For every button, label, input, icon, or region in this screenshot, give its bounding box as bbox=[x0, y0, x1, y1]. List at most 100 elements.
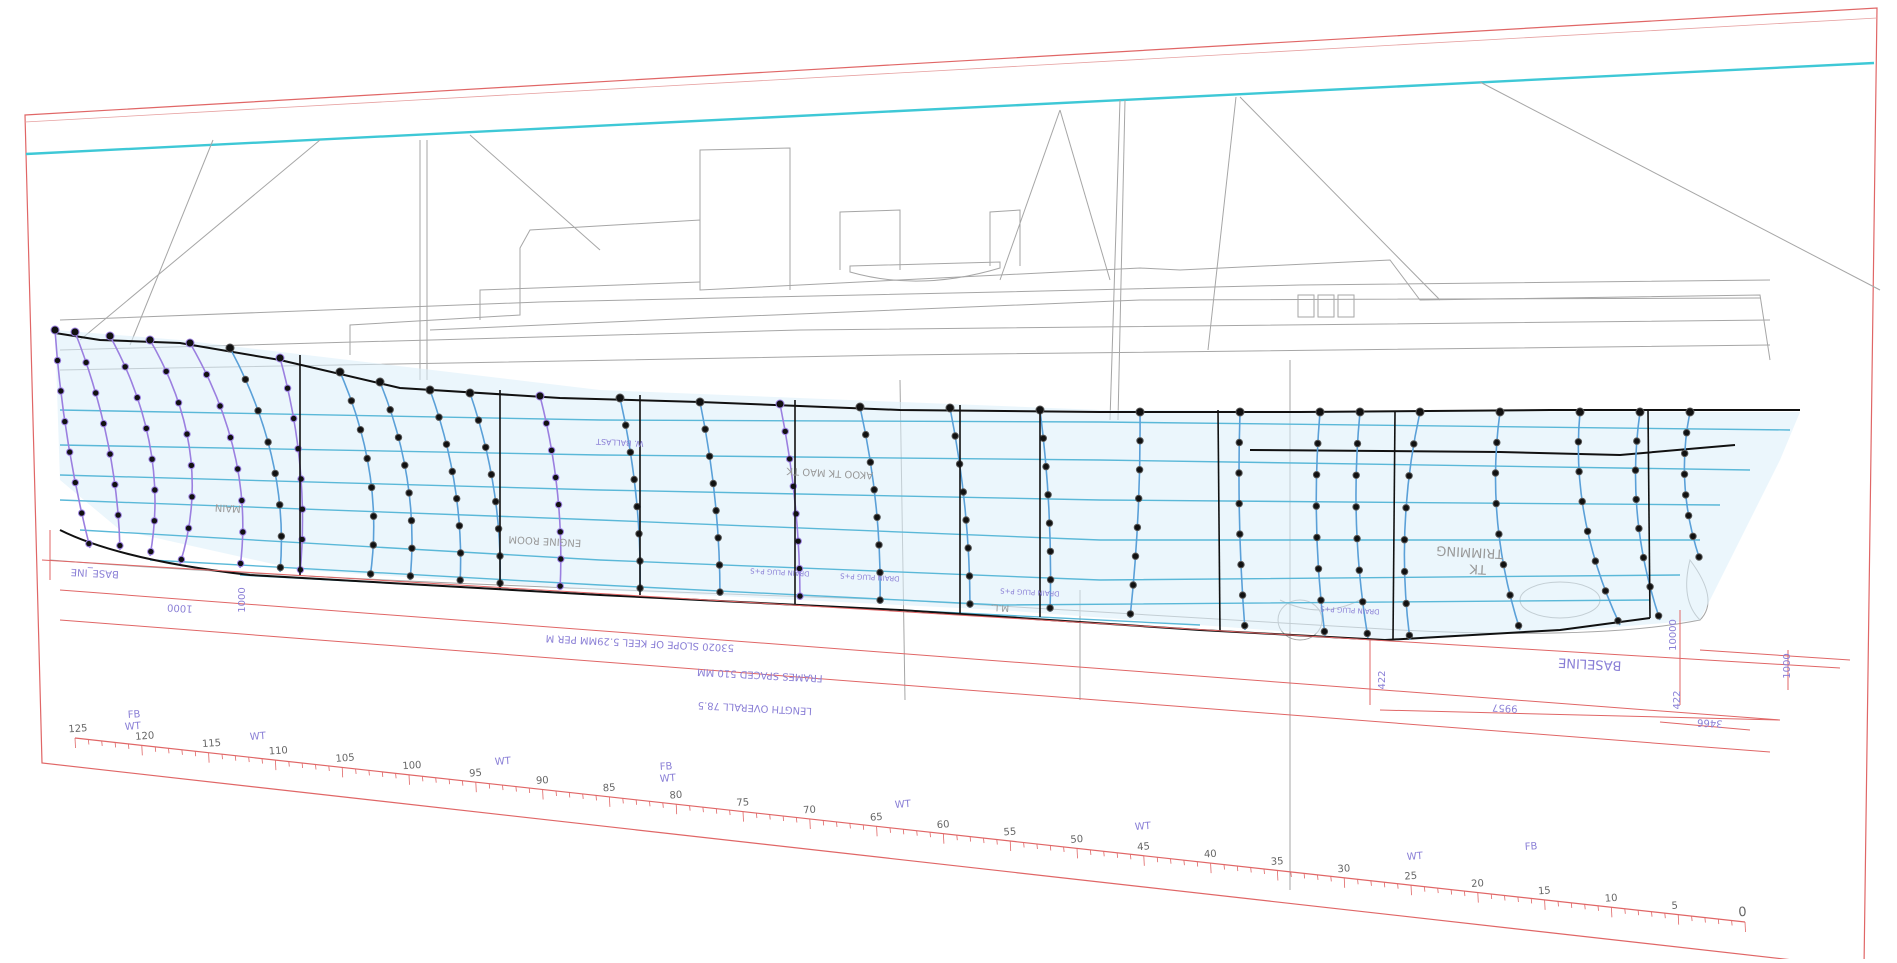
control-point[interactable] bbox=[92, 389, 100, 397]
control-point[interactable] bbox=[1315, 407, 1325, 417]
control-point[interactable] bbox=[1353, 439, 1362, 448]
control-point[interactable] bbox=[1639, 553, 1648, 562]
control-point[interactable] bbox=[1491, 469, 1500, 477]
control-point[interactable] bbox=[82, 358, 90, 367]
control-point[interactable] bbox=[297, 475, 305, 483]
control-point[interactable] bbox=[148, 455, 156, 463]
control-point[interactable] bbox=[966, 600, 974, 608]
control-point[interactable] bbox=[150, 517, 159, 525]
control-point[interactable] bbox=[1312, 471, 1321, 479]
control-point[interactable] bbox=[716, 588, 724, 596]
control-point[interactable] bbox=[1314, 565, 1323, 573]
control-point[interactable] bbox=[1238, 591, 1247, 599]
control-point[interactable] bbox=[106, 450, 114, 458]
control-point[interactable] bbox=[147, 547, 155, 556]
control-point[interactable] bbox=[781, 427, 789, 436]
control-point[interactable] bbox=[1506, 591, 1514, 599]
control-point[interactable] bbox=[1681, 449, 1689, 458]
control-point[interactable] bbox=[1682, 429, 1691, 437]
control-point[interactable] bbox=[1135, 466, 1144, 474]
control-point[interactable] bbox=[626, 448, 635, 456]
control-point[interactable] bbox=[1039, 434, 1048, 442]
control-point[interactable] bbox=[1129, 581, 1137, 589]
control-point[interactable] bbox=[425, 385, 435, 395]
control-point[interactable] bbox=[1514, 621, 1523, 630]
control-point[interactable] bbox=[557, 555, 565, 563]
control-point[interactable] bbox=[142, 424, 151, 433]
control-point[interactable] bbox=[1654, 612, 1663, 620]
control-point[interactable] bbox=[1402, 504, 1410, 512]
control-point[interactable] bbox=[216, 402, 224, 410]
control-point[interactable] bbox=[236, 559, 245, 568]
control-point[interactable] bbox=[465, 388, 475, 398]
control-point[interactable] bbox=[962, 516, 970, 524]
control-point[interactable] bbox=[1614, 617, 1622, 625]
control-point[interactable] bbox=[547, 446, 556, 454]
control-point[interactable] bbox=[133, 393, 142, 402]
control-point[interactable] bbox=[1689, 532, 1697, 540]
control-point[interactable] bbox=[276, 501, 284, 509]
control-point[interactable] bbox=[1400, 536, 1409, 544]
control-point[interactable] bbox=[1126, 610, 1135, 618]
control-point[interactable] bbox=[275, 353, 285, 363]
control-point[interactable] bbox=[1405, 631, 1414, 640]
control-point[interactable] bbox=[1685, 407, 1695, 417]
control-point[interactable] bbox=[1046, 604, 1054, 612]
control-point[interactable] bbox=[57, 387, 65, 395]
control-point[interactable] bbox=[456, 549, 465, 557]
control-point[interactable] bbox=[1044, 491, 1052, 499]
control-point[interactable] bbox=[1492, 499, 1500, 508]
control-point[interactable] bbox=[271, 469, 279, 478]
control-point[interactable] bbox=[105, 331, 115, 341]
control-point[interactable] bbox=[435, 413, 443, 421]
control-point[interactable] bbox=[794, 537, 802, 545]
control-point[interactable] bbox=[709, 479, 717, 488]
control-point[interactable] bbox=[855, 402, 865, 412]
control-point[interactable] bbox=[1402, 599, 1410, 608]
control-point[interactable] bbox=[277, 532, 286, 540]
control-point[interactable] bbox=[369, 541, 377, 549]
control-point[interactable] bbox=[1680, 470, 1689, 478]
control-point[interactable] bbox=[85, 539, 93, 548]
control-point[interactable] bbox=[1314, 439, 1322, 448]
control-point[interactable] bbox=[66, 448, 74, 456]
control-point[interactable] bbox=[1135, 407, 1145, 417]
control-point[interactable] bbox=[356, 426, 365, 434]
control-point[interactable] bbox=[276, 563, 285, 572]
control-point[interactable] bbox=[1493, 438, 1501, 447]
control-point[interactable] bbox=[492, 497, 500, 506]
control-point[interactable] bbox=[111, 480, 119, 489]
control-point[interactable] bbox=[1135, 494, 1143, 503]
control-point[interactable] bbox=[1235, 407, 1245, 417]
control-point[interactable] bbox=[1317, 596, 1325, 604]
control-point[interactable] bbox=[1235, 469, 1243, 477]
control-point[interactable] bbox=[407, 516, 416, 525]
control-point[interactable] bbox=[1405, 472, 1413, 480]
control-point[interactable] bbox=[775, 399, 785, 409]
control-point[interactable] bbox=[1363, 629, 1372, 638]
control-point[interactable] bbox=[366, 570, 375, 578]
control-point[interactable] bbox=[185, 338, 195, 348]
control-point[interactable] bbox=[375, 377, 385, 387]
control-point[interactable] bbox=[494, 525, 503, 533]
control-point[interactable] bbox=[442, 440, 451, 448]
control-point[interactable] bbox=[202, 370, 211, 379]
control-point[interactable] bbox=[453, 494, 461, 503]
control-point[interactable] bbox=[554, 500, 563, 509]
control-point[interactable] bbox=[70, 327, 80, 337]
control-point[interactable] bbox=[535, 391, 545, 401]
control-point[interactable] bbox=[188, 493, 196, 501]
control-point[interactable] bbox=[61, 417, 69, 426]
control-point[interactable] bbox=[448, 467, 456, 476]
control-point[interactable] bbox=[866, 458, 875, 466]
control-point[interactable] bbox=[792, 510, 800, 518]
control-point[interactable] bbox=[71, 478, 80, 487]
control-point[interactable] bbox=[1415, 407, 1425, 417]
control-point[interactable] bbox=[870, 486, 878, 494]
control-point[interactable] bbox=[283, 384, 292, 392]
control-point[interactable] bbox=[1352, 503, 1360, 511]
control-point[interactable] bbox=[1133, 523, 1142, 532]
control-point[interactable] bbox=[1045, 519, 1054, 527]
control-point[interactable] bbox=[965, 572, 974, 580]
control-point[interactable] bbox=[487, 470, 496, 479]
